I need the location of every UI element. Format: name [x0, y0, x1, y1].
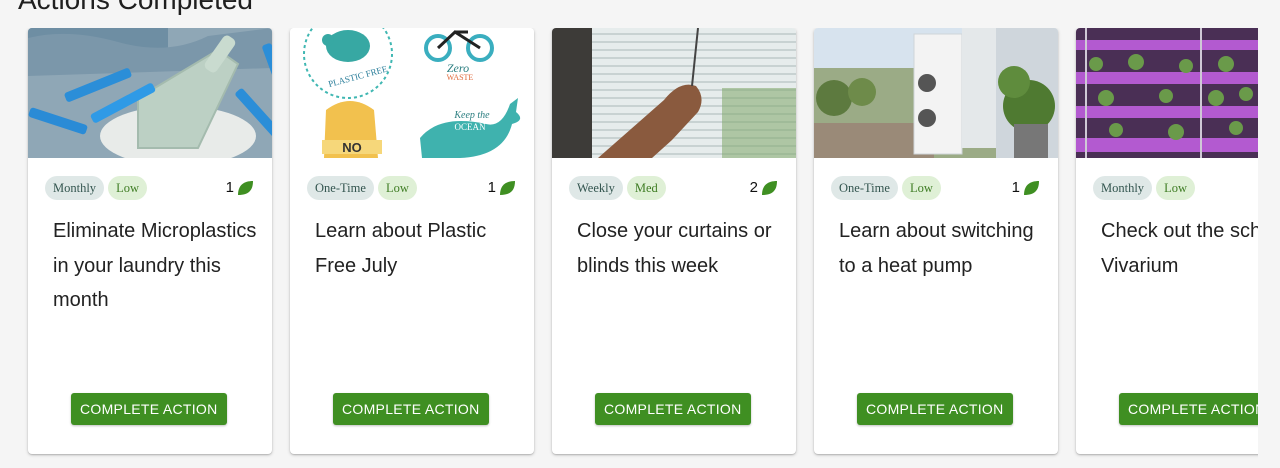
complete-action-button[interactable]: COMPLETE ACTION [857, 393, 1013, 425]
card-image-laundry [28, 28, 272, 158]
leaf-icon [762, 181, 777, 195]
card-title: Check out the school Vivarium [1101, 220, 1258, 277]
complete-action-button[interactable]: COMPLETE ACTION [1119, 393, 1258, 425]
action-card[interactable]: PLASTIC FREE Zero WASTE NO Keep the OCEA… [290, 28, 534, 454]
leaf-icon [1024, 181, 1039, 195]
sticker-text-waste: WASTE [447, 73, 474, 82]
impact-chip: Low [901, 176, 941, 200]
points-display: 1 [1012, 176, 1040, 200]
card-image-blinds [552, 28, 796, 158]
impact-chip: Low [108, 176, 147, 200]
card-title: Eliminate Microplastics in your laundry … [53, 220, 257, 311]
card-title: Learn about switching to a heat pump [839, 220, 1034, 277]
sticker-text-no: NO [342, 140, 362, 155]
complete-action-button[interactable]: COMPLETE ACTION [71, 393, 227, 425]
frequency-chip: Weekly [569, 176, 623, 200]
card-image-plastic-free: PLASTIC FREE Zero WASTE NO Keep the OCEA… [290, 28, 534, 158]
complete-action-button[interactable]: COMPLETE ACTION [333, 393, 489, 425]
section-title: Actions Completed [18, 0, 253, 16]
complete-action-button[interactable]: COMPLETE ACTION [595, 393, 751, 425]
card-meta: One-Time Low 1 [307, 176, 516, 200]
action-card[interactable]: One-Time Low 1 Learn about switching to a… [814, 28, 1058, 454]
points-value: 1 [487, 179, 496, 196]
frequency-chip: Monthly [45, 176, 105, 200]
points-display: 2 [750, 176, 778, 200]
action-card[interactable]: MonthlyLow Check out the school Vivarium… [1076, 28, 1258, 454]
leaf-icon [500, 181, 515, 195]
impact-chip: Med [626, 176, 666, 200]
actions-carousel[interactable]: Monthly Low 1 Eliminate Microplastics in … [0, 28, 1258, 468]
sticker-text-ocean: OCEAN [455, 122, 486, 132]
points-value: 1 [225, 179, 234, 196]
frequency-chip: One-Time [307, 176, 374, 200]
points-display: 1 [226, 176, 254, 200]
frequency-chip: One-Time [831, 176, 898, 200]
card-meta: Monthly Low 1 [45, 176, 254, 200]
card-image-vivarium [1076, 28, 1258, 158]
points-value: 1 [1011, 179, 1020, 196]
impact-chip: Low [1156, 176, 1195, 200]
frequency-chip: Monthly [1093, 176, 1153, 200]
impact-chip: Low [377, 176, 417, 200]
card-image-heat-pump [814, 28, 1058, 158]
card-meta: Monthly Low [1093, 176, 1258, 200]
action-card[interactable]: Weekly Med 2 Close your curtains or blind… [552, 28, 796, 454]
card-meta: One-Time Low 1 [831, 176, 1040, 200]
card-title: Learn about Plastic Free July [315, 220, 487, 277]
points-value: 2 [749, 179, 758, 196]
sticker-text-keep-the: Keep the [453, 110, 490, 121]
card-title: Close your curtains or blinds this week [577, 220, 772, 277]
card-meta: Weekly Med 2 [569, 176, 778, 200]
points-display: 1 [488, 176, 516, 200]
leaf-icon [238, 181, 253, 195]
action-card[interactable]: Monthly Low 1 Eliminate Microplastics in … [28, 28, 272, 454]
